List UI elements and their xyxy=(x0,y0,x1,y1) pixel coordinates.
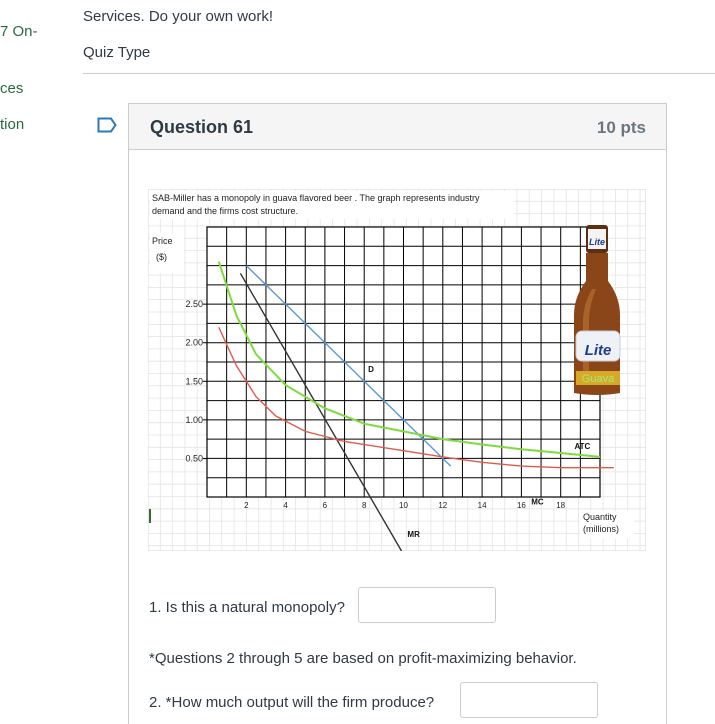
plot-area: 2 4 6 8 10 12 14 16 18 2.50 2.00 1.50 1.00 0.50 D ATC MC… xyxy=(185,226,614,551)
x-tick-label: 16 xyxy=(517,501,526,510)
caption-line-1: SAB-Miller has a monopoly in guava flavo… xyxy=(152,193,480,203)
x-tick-label: 18 xyxy=(556,501,565,510)
text-cursor-mark xyxy=(149,509,151,523)
quiz-type-label: Quiz Type xyxy=(83,44,151,61)
bottle-label-logo: Lite xyxy=(585,342,612,359)
x-tick-label: 10 xyxy=(399,501,408,510)
x-axis-label: Quantity xyxy=(583,512,617,522)
x-tick-label: 4 xyxy=(283,501,288,510)
flag-question-icon[interactable] xyxy=(97,117,117,133)
sidebar-item-label: 7 On- xyxy=(0,23,38,40)
y-tick-label: 2.00 xyxy=(185,338,203,348)
curve-label-mr: MR xyxy=(407,530,420,539)
question-2-answer-input[interactable] xyxy=(460,682,598,718)
sidebar-item-label: tion xyxy=(0,116,25,133)
curve-label-d: D xyxy=(368,365,374,374)
sidebar-item-0[interactable]: 7 On- xyxy=(0,23,38,40)
x-tick-label: 14 xyxy=(478,501,487,510)
bottle-flavor-label: Guava xyxy=(582,373,615,385)
y-axis-unit: ($) xyxy=(156,252,167,262)
question-title: Question 61 xyxy=(150,117,254,137)
question-1-text: 1. Is this a natural monopoly? xyxy=(149,599,345,616)
divider xyxy=(83,73,715,74)
sidebar-item-1[interactable]: ces xyxy=(0,80,23,97)
curve-label-atc: ATC xyxy=(574,442,590,451)
y-tick-label: 1.50 xyxy=(185,376,203,386)
question-header: Question 61 10 pts xyxy=(129,104,666,150)
x-tick-label: 12 xyxy=(438,501,447,510)
bottle-neck-logo: Lite xyxy=(589,237,605,247)
x-axis-unit: (millions) xyxy=(583,524,619,534)
caption-line-2: demand and the firms cost structure. xyxy=(152,206,298,216)
y-tick-label: 0.50 xyxy=(185,453,203,463)
curve-label-mc: MC xyxy=(531,498,544,507)
question-2-text: 2. *How much output will the firm produc… xyxy=(149,694,435,711)
question-1-answer-input[interactable] xyxy=(358,587,496,623)
quiz-notice: Services. Do your own work! xyxy=(83,8,274,25)
y-tick-label: 1.00 xyxy=(185,415,203,425)
sidebar-item-label: ces xyxy=(0,80,24,97)
question-points: 10 pts xyxy=(596,118,646,137)
x-tick-label: 2 xyxy=(244,501,249,510)
y-tick-label: 2.50 xyxy=(185,299,203,309)
sidebar-item-2[interactable]: tion xyxy=(0,116,24,133)
y-axis-label: Price xyxy=(152,236,173,246)
questions-note: *Questions 2 through 5 are based on prof… xyxy=(149,650,577,667)
x-tick-label: 6 xyxy=(323,501,328,510)
economics-graph: SAB-Miller has a monopoly in guava flavo… xyxy=(148,189,646,551)
x-tick-label: 8 xyxy=(362,501,367,510)
